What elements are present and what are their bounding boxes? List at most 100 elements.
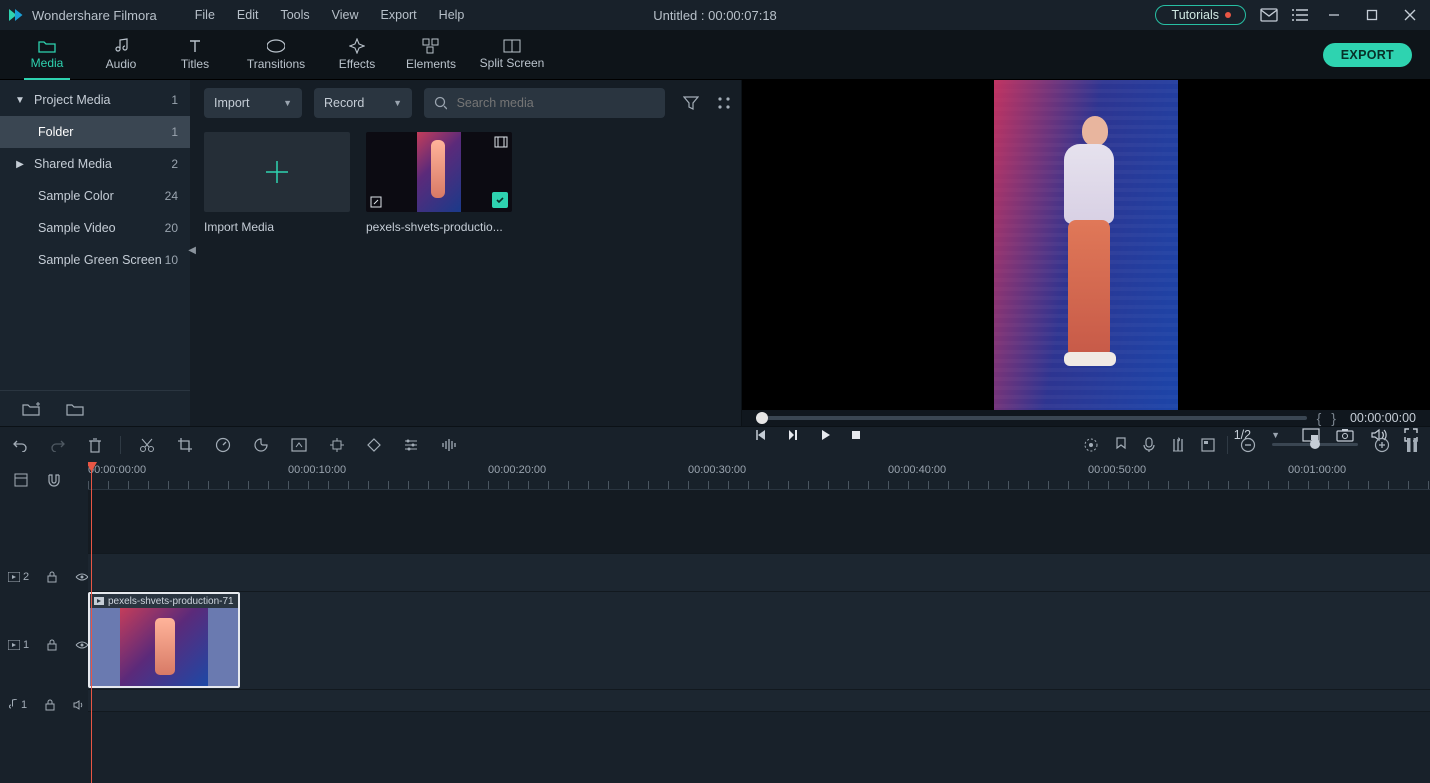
ruler-label: 00:01:00:00: [1288, 464, 1346, 476]
zoom-fit-button[interactable]: [1406, 437, 1418, 453]
ruler-label: 00:00:20:00: [488, 464, 546, 476]
tab-elements[interactable]: Elements: [394, 30, 468, 80]
magnet-icon[interactable]: [46, 473, 62, 487]
menu-file[interactable]: File: [187, 6, 223, 24]
sidebar-item-sample-color[interactable]: Sample Color 24: [0, 180, 190, 212]
speed-button[interactable]: [215, 437, 231, 453]
timeline-body[interactable]: 00:00:00:00 00:00:10:00 00:00:20:00 00:0…: [88, 462, 1430, 783]
lock-icon[interactable]: [47, 639, 57, 651]
tutorials-button[interactable]: Tutorials: [1155, 5, 1246, 25]
export-button[interactable]: EXPORT: [1323, 43, 1412, 67]
tab-effects[interactable]: Effects: [320, 30, 394, 80]
tab-media[interactable]: Media: [10, 30, 84, 80]
menu-help[interactable]: Help: [431, 6, 473, 24]
add-media-button[interactable]: [204, 132, 350, 212]
titlebar: Wondershare Filmora File Edit Tools View…: [0, 0, 1430, 30]
menu-view[interactable]: View: [324, 6, 367, 24]
zoom-in-button[interactable]: [1374, 437, 1390, 453]
menu-tools[interactable]: Tools: [272, 6, 317, 24]
new-folder-icon[interactable]: [66, 402, 84, 416]
undo-button[interactable]: [12, 438, 28, 452]
sidebar-item-count: 2: [171, 157, 178, 171]
grid-view-icon[interactable]: [717, 96, 731, 110]
crop-button[interactable]: [177, 437, 193, 453]
color-button[interactable]: [253, 437, 269, 453]
lock-icon[interactable]: [45, 699, 55, 711]
render-button[interactable]: [1083, 437, 1099, 453]
elements-icon: [422, 38, 440, 54]
marker-button[interactable]: [1115, 437, 1127, 453]
ruler-label: 00:00:30:00: [688, 464, 746, 476]
mark-in-icon[interactable]: {: [1317, 410, 1322, 426]
sidebar-item-sample-green[interactable]: Sample Green Screen 10: [0, 244, 190, 276]
sidebar-item-sample-video[interactable]: Sample Video 20: [0, 212, 190, 244]
speaker-icon[interactable]: [73, 700, 85, 710]
clip-expand-icon[interactable]: [370, 196, 382, 208]
list-icon[interactable]: [1292, 8, 1308, 22]
preview-video[interactable]: [742, 80, 1430, 410]
search-input[interactable]: [457, 96, 655, 110]
collapse-sidebar-icon[interactable]: ◀: [188, 245, 196, 256]
adjust-button[interactable]: [403, 438, 419, 452]
tab-label: Transitions: [247, 57, 305, 71]
mark-out-icon[interactable]: }: [1331, 410, 1336, 426]
timeline-options-icon[interactable]: [14, 473, 28, 487]
text-icon: [187, 38, 203, 54]
import-dropdown[interactable]: Import ▼: [204, 88, 302, 118]
filter-icon[interactable]: [683, 96, 699, 110]
close-button[interactable]: [1398, 3, 1422, 27]
tab-audio[interactable]: Audio: [84, 30, 158, 80]
mini-toolbar-button[interactable]: [1201, 438, 1215, 452]
zoom-out-button[interactable]: [1240, 437, 1256, 453]
lock-icon[interactable]: [47, 571, 57, 583]
voiceover-button[interactable]: [1143, 437, 1155, 453]
menu-strip: File Edit Tools View Export Help: [187, 6, 473, 24]
motion-tracking-button[interactable]: [329, 437, 345, 453]
timeline-clip[interactable]: pexels-shvets-production-71: [88, 592, 240, 688]
play-pause-button[interactable]: [786, 428, 800, 442]
timeline-ruler[interactable]: 00:00:00:00 00:00:10:00 00:00:20:00 00:0…: [88, 462, 1430, 490]
new-folder-plus-icon[interactable]: [22, 402, 40, 416]
record-dropdown[interactable]: Record ▼: [314, 88, 412, 118]
tab-titles[interactable]: Titles: [158, 30, 232, 80]
ruler-label: 00:00:10:00: [288, 464, 346, 476]
card-label: Import Media: [204, 220, 350, 234]
menu-edit[interactable]: Edit: [229, 6, 267, 24]
minimize-button[interactable]: [1322, 3, 1346, 27]
greenscreen-button[interactable]: [291, 438, 307, 452]
maximize-button[interactable]: [1360, 3, 1384, 27]
redo-button[interactable]: [50, 438, 66, 452]
audio-visualizer-button[interactable]: [441, 438, 459, 452]
playhead[interactable]: [91, 462, 92, 783]
split-button[interactable]: [139, 437, 155, 453]
clip-properties-icon[interactable]: [494, 136, 508, 148]
search-icon: [434, 96, 447, 110]
tab-splitscreen[interactable]: Split Screen: [468, 30, 556, 80]
media-clip-card[interactable]: pexels-shvets-productio...: [366, 132, 512, 234]
video-track-1[interactable]: pexels-shvets-production-71: [88, 592, 1430, 690]
prev-frame-button[interactable]: [754, 428, 768, 442]
audio-track-1[interactable]: [88, 690, 1430, 712]
clip-selected-check-icon[interactable]: [492, 192, 508, 208]
preview-panel: { } 00:00:00:00 1/2 ▼: [742, 80, 1430, 426]
mail-icon[interactable]: [1260, 8, 1278, 22]
tab-label: Split Screen: [480, 56, 545, 70]
app-logo-icon: [6, 6, 24, 24]
video-track-2[interactable]: [88, 554, 1430, 592]
sidebar-item-folder[interactable]: Folder 1: [0, 116, 190, 148]
keyframe-button[interactable]: [367, 438, 381, 452]
menu-export[interactable]: Export: [373, 6, 425, 24]
search-media[interactable]: [424, 88, 665, 118]
transition-icon: [267, 38, 285, 54]
delete-button[interactable]: [88, 437, 102, 453]
scrub-slider[interactable]: [756, 416, 1307, 420]
import-media-card[interactable]: Import Media: [204, 132, 350, 234]
sidebar-item-shared-media[interactable]: ▶ Shared Media 2: [0, 148, 190, 180]
audio-mixer-button[interactable]: [1171, 437, 1185, 453]
sidebar-item-project-media[interactable]: ▼ Project Media 1: [0, 84, 190, 116]
zoom-slider[interactable]: [1272, 443, 1358, 446]
stop-button[interactable]: [850, 429, 862, 441]
clip-thumbnail[interactable]: [366, 132, 512, 212]
play-button[interactable]: [818, 428, 832, 442]
tab-transitions[interactable]: Transitions: [232, 30, 320, 80]
